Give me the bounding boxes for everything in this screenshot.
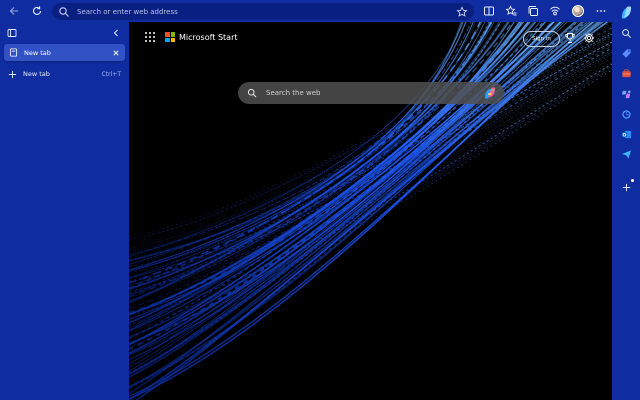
search-icon (247, 88, 257, 98)
edge-sidebar (612, 0, 640, 400)
favorites-icon[interactable] (500, 0, 522, 22)
search-icon[interactable] (620, 27, 632, 39)
avatar (572, 5, 584, 17)
search-icon (58, 6, 70, 18)
settings-gear-icon[interactable] (583, 32, 595, 44)
send-icon[interactable] (620, 148, 632, 160)
copilot-icon[interactable] (619, 5, 633, 19)
vertical-tabs-header (0, 22, 129, 44)
add-icon[interactable] (620, 181, 632, 193)
light-streak (129, 22, 555, 346)
collections-icon[interactable] (522, 0, 544, 22)
new-tab-button[interactable]: New tab Ctrl+T (4, 67, 125, 81)
browser-toolbar (0, 0, 640, 22)
copilot-icon[interactable] (483, 87, 497, 99)
address-bar[interactable] (52, 3, 474, 20)
profile-button[interactable] (567, 0, 589, 22)
split-screen-icon[interactable] (478, 0, 500, 22)
vertical-tabs-panel: New tab New tab Ctrl+T (0, 22, 129, 400)
new-tab-label: New tab (23, 70, 50, 78)
refresh-icon[interactable] (26, 0, 48, 22)
light-streak (129, 22, 599, 395)
games-icon[interactable] (620, 88, 632, 100)
rewards-trophy-icon[interactable] (564, 32, 576, 44)
notification-dot (631, 179, 634, 182)
microsoft-logo-icon (165, 32, 175, 42)
plus-icon (8, 70, 17, 79)
brand-header: Microsoft Start (145, 32, 238, 42)
light-streak (129, 25, 612, 259)
shopping-tag-icon[interactable] (620, 47, 632, 59)
tab-label: New tab (24, 48, 51, 57)
address-input[interactable] (77, 7, 456, 16)
tools-briefcase-icon[interactable] (620, 67, 632, 79)
tab-new-tab[interactable]: New tab (4, 44, 125, 61)
close-icon[interactable] (112, 49, 120, 57)
back-icon[interactable] (3, 0, 25, 22)
sign-in-button[interactable]: Sign in (523, 31, 560, 47)
drop-icon[interactable] (620, 108, 632, 120)
outlook-icon[interactable] (620, 128, 632, 140)
microsoft-start-logo[interactable]: Microsoft Start (165, 32, 238, 42)
favorite-star-icon[interactable] (456, 5, 468, 18)
light-streaks-background (129, 22, 612, 400)
collapse-chevron-icon[interactable] (111, 28, 121, 38)
web-search-box[interactable] (238, 82, 504, 104)
tab-actions-icon[interactable] (7, 28, 17, 38)
more-icon[interactable] (590, 0, 612, 22)
page-icon (9, 48, 18, 57)
light-streak (134, 22, 605, 400)
search-input[interactable] (266, 89, 483, 97)
app-launcher-icon[interactable] (145, 32, 155, 42)
new-tab-page: Microsoft Start Sign in (129, 22, 612, 400)
brand-title: Microsoft Start (179, 32, 238, 42)
new-tab-shortcut: Ctrl+T (101, 70, 121, 78)
browser-essentials-icon[interactable] (544, 0, 566, 22)
